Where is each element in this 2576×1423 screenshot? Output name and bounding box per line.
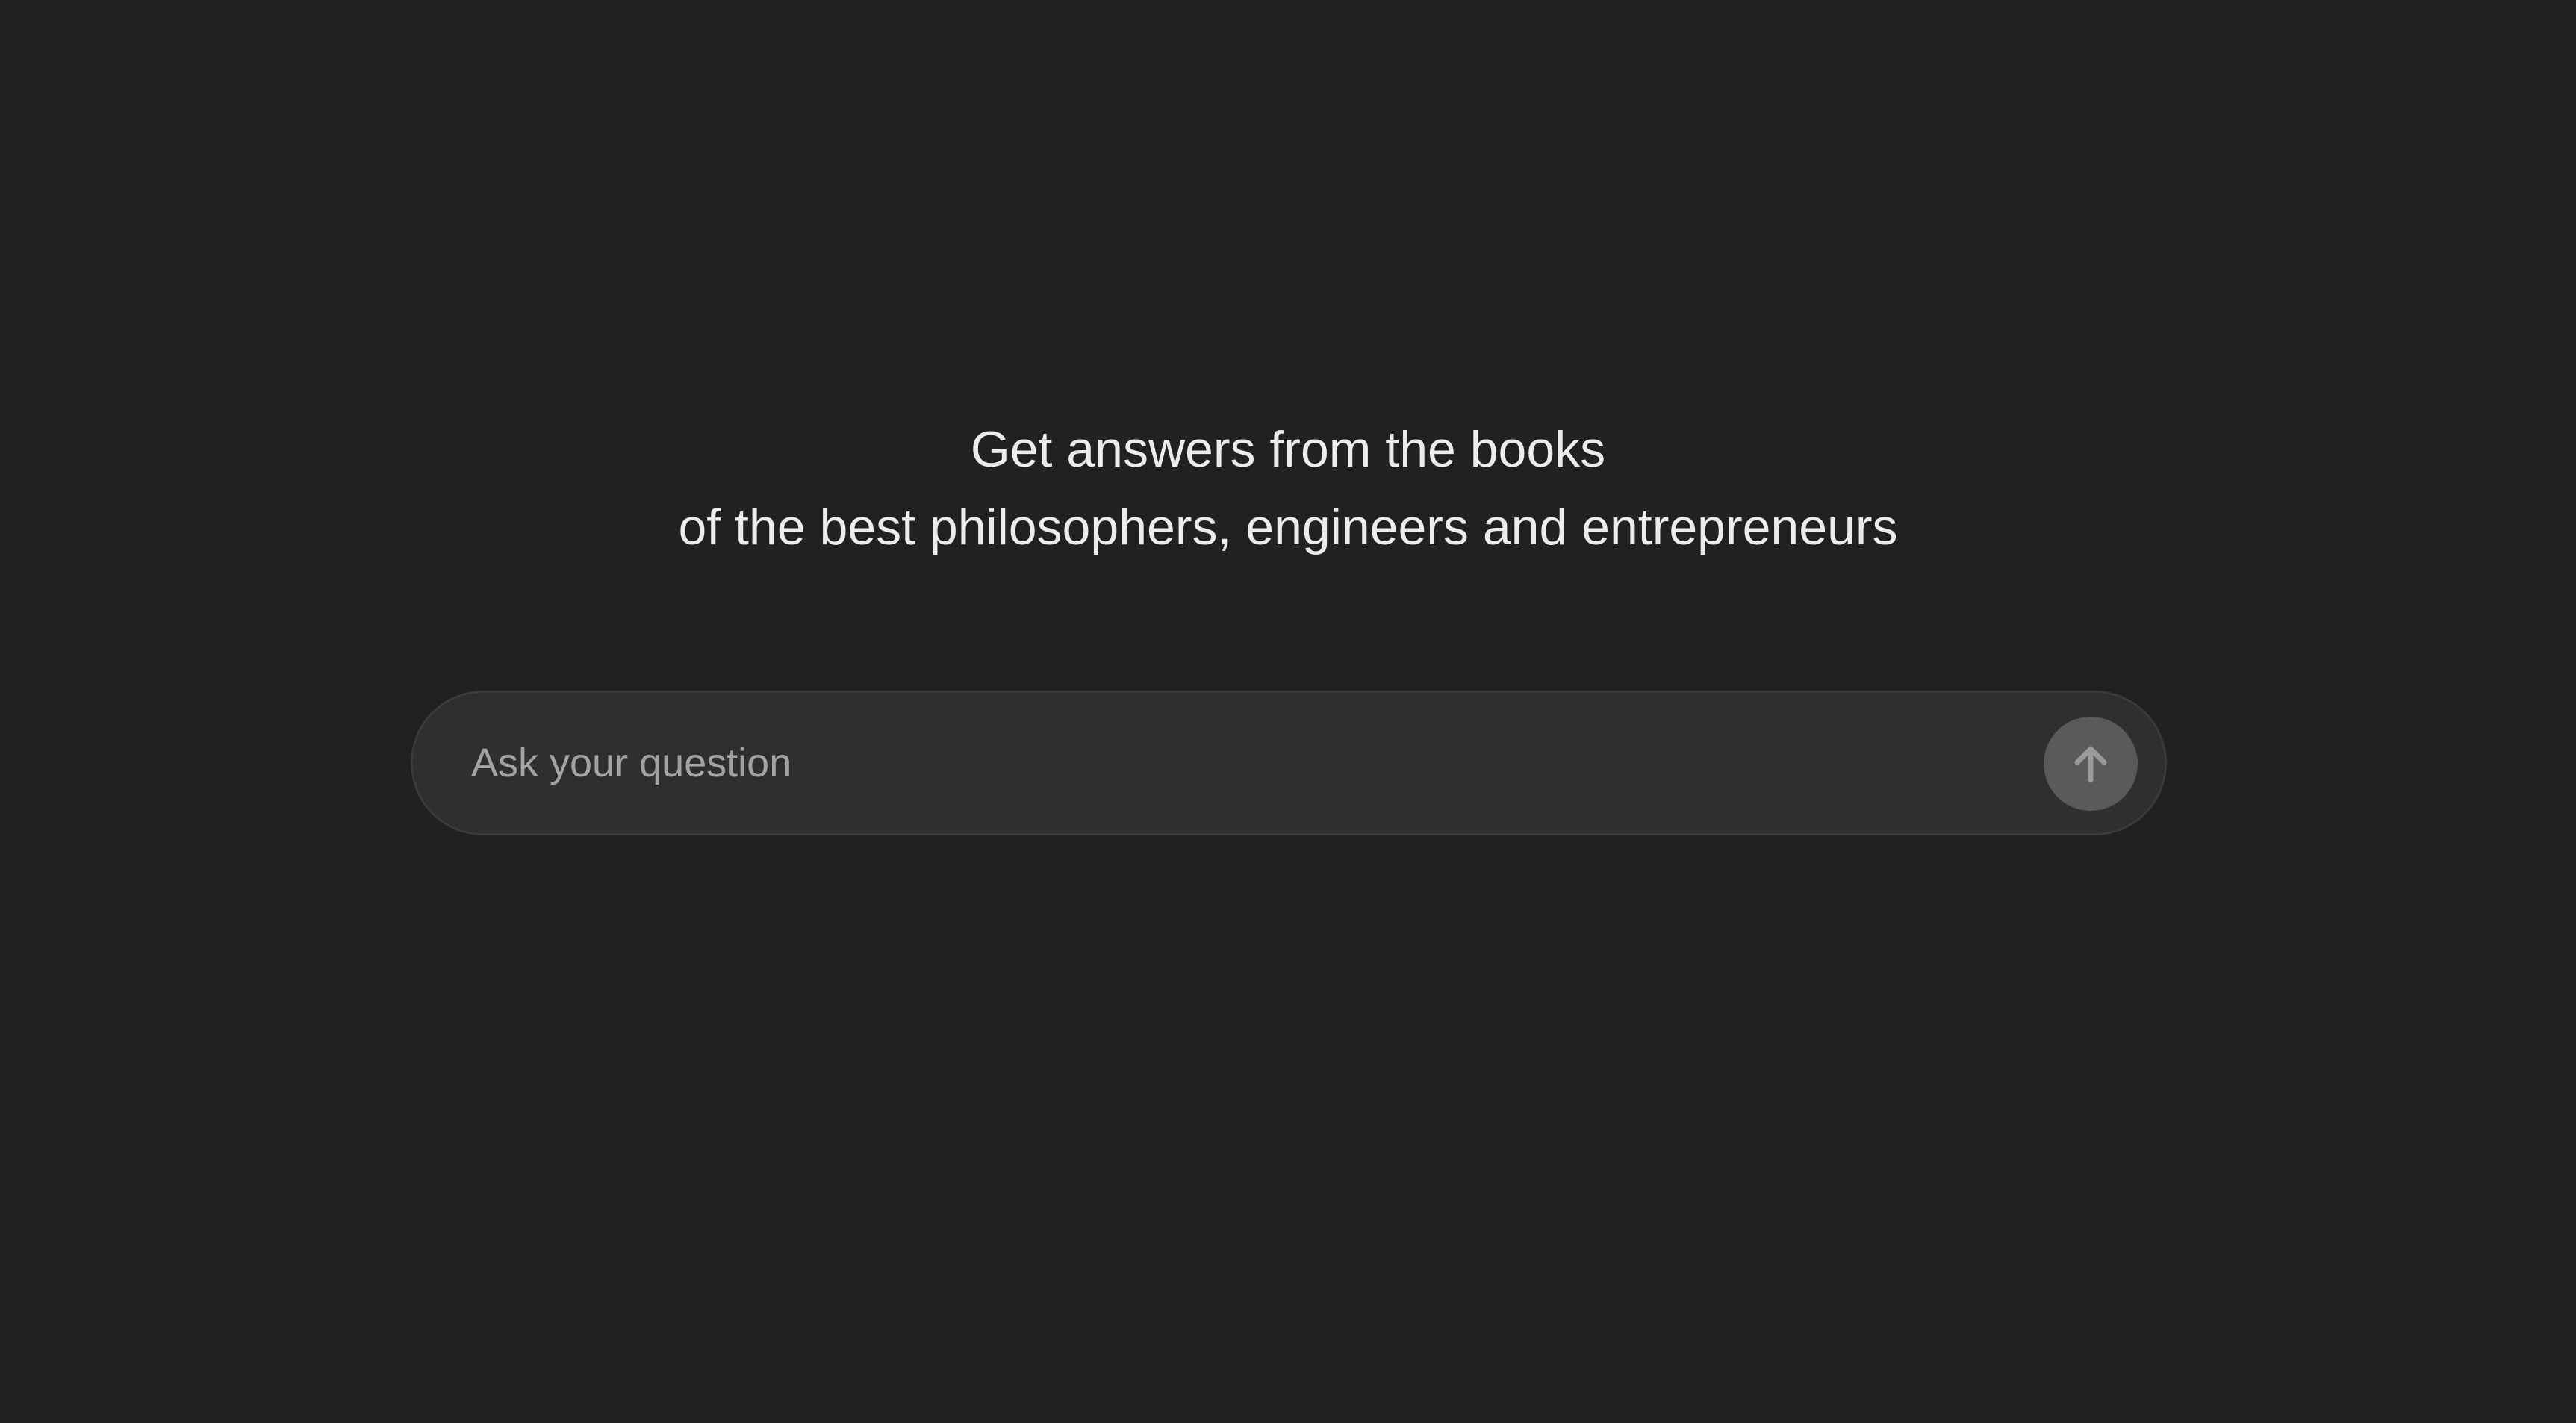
question-composer xyxy=(411,691,2167,835)
hero-line-1: Get answers from the books xyxy=(970,421,1606,478)
question-input[interactable] xyxy=(471,723,1964,803)
arrow-up-icon xyxy=(2067,740,2115,788)
hero-line-2: of the best philosophers, engineers and … xyxy=(678,499,1898,555)
page: Get answers from the books of the best p… xyxy=(0,0,2576,1423)
send-button[interactable] xyxy=(2044,717,2138,811)
hero-heading: Get answers from the books of the best p… xyxy=(0,411,2576,566)
